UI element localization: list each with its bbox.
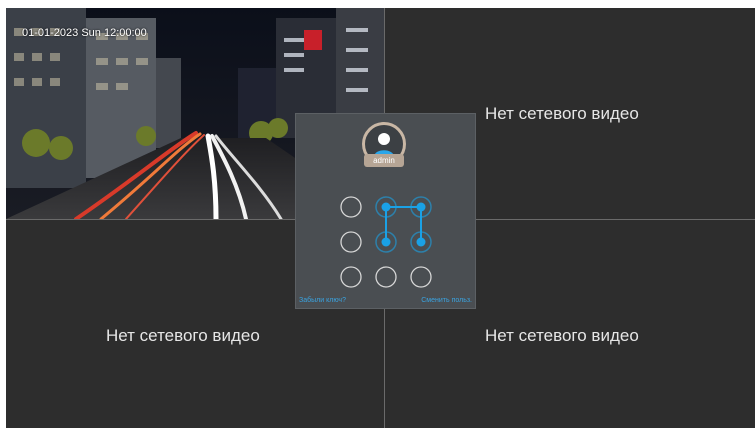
- pattern-login-dialog: admin Забыли ключ? Сменить польз.: [295, 113, 476, 309]
- no-video-message: Нет сетевого видео: [485, 326, 639, 345]
- pattern-dot-4[interactable]: [340, 231, 362, 253]
- forgot-pattern-link[interactable]: Забыли ключ?: [299, 297, 346, 304]
- pattern-dot-1[interactable]: [340, 196, 362, 218]
- pattern-dot-8[interactable]: [375, 266, 397, 288]
- username-label: admin: [364, 154, 404, 167]
- no-video-message: Нет сетевого видео: [106, 326, 260, 345]
- no-video-message: Нет сетевого видео: [485, 104, 639, 123]
- pattern-dot-9[interactable]: [410, 266, 432, 288]
- pattern-path: [385, 206, 422, 242]
- switch-user-link[interactable]: Сменить польз.: [421, 297, 472, 304]
- timestamp-overlay: 01-01-2023 Sun 12:00:00: [22, 27, 147, 39]
- unlock-pattern-grid[interactable]: [334, 190, 438, 294]
- pattern-dot-7[interactable]: [340, 266, 362, 288]
